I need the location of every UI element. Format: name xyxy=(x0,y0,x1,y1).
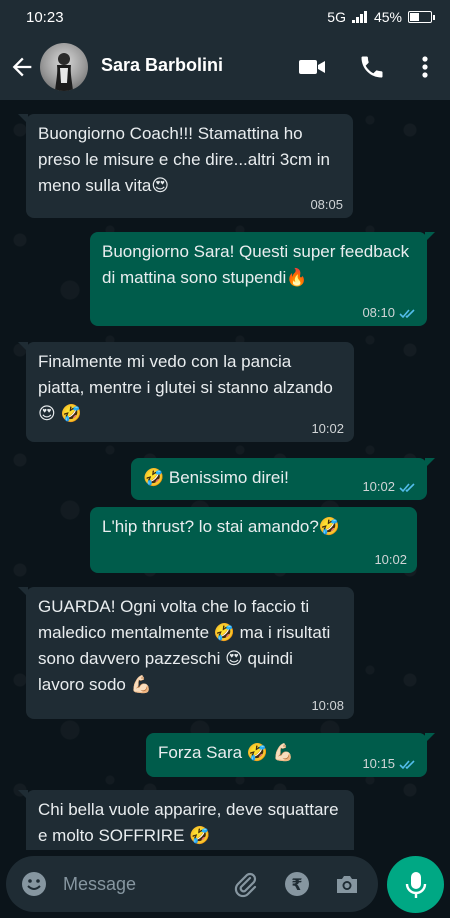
read-ticks-icon xyxy=(399,482,415,492)
input-bar: Message ₹ xyxy=(0,850,450,918)
attach-icon[interactable] xyxy=(232,870,260,898)
message-bubble[interactable]: Finalmente mi vedo con la pancia piatta,… xyxy=(18,342,354,442)
message-time: 10:08 xyxy=(311,698,344,713)
read-ticks-icon xyxy=(399,759,415,769)
avatar[interactable] xyxy=(40,43,88,91)
message-placeholder: Message xyxy=(63,874,137,894)
message-time: 08:05 xyxy=(310,197,343,212)
network-label: 5G xyxy=(327,9,346,25)
message-bubble[interactable]: 🤣 Benissimo direi! 10:02 xyxy=(131,458,435,500)
message-bubble[interactable]: Buongiorno Sara! Questi super feedback d… xyxy=(90,232,435,326)
more-options-icon[interactable] xyxy=(410,53,440,81)
mic-button[interactable] xyxy=(387,856,444,913)
camera-icon[interactable] xyxy=(333,870,361,898)
video-call-icon[interactable] xyxy=(297,53,327,81)
message-text: Chi bella vuole apparire, deve squattare… xyxy=(38,800,344,845)
signal-icon xyxy=(351,11,367,23)
message-bubble[interactable]: Buongiorno Coach!!! Stamattina ho preso … xyxy=(18,114,353,218)
message-time: 10:15 xyxy=(362,756,395,771)
message-time: 10:02 xyxy=(311,421,344,436)
message-time: 10:02 xyxy=(362,479,395,494)
contact-name[interactable]: Sara Barbolini xyxy=(101,55,223,76)
message-bubble[interactable]: L'hip thrust? lo stai amando?🤣 10:02 xyxy=(90,507,417,573)
message-time: 08:10 xyxy=(362,305,395,320)
message-input[interactable]: Message ₹ xyxy=(6,856,378,912)
status-bar: 10:23 5G 45% xyxy=(0,0,450,34)
message-text: Buongiorno Coach!!! Stamattina ho preso … xyxy=(38,124,335,195)
battery-percent: 45% xyxy=(373,9,402,25)
chat-area[interactable]: Buongiorno Coach!!! Stamattina ho preso … xyxy=(0,100,450,850)
status-time: 10:23 xyxy=(26,9,64,26)
read-ticks-icon xyxy=(399,308,415,318)
message-time: 10:02 xyxy=(374,552,407,567)
battery-icon xyxy=(408,11,435,23)
phone-call-icon[interactable] xyxy=(357,53,387,81)
back-arrow-icon[interactable] xyxy=(8,53,36,81)
payment-icon[interactable]: ₹ xyxy=(283,870,311,898)
message-bubble[interactable]: Chi bella vuole apparire, deve squattare… xyxy=(18,790,354,850)
message-text: Buongiorno Sara! Questi super feedback d… xyxy=(102,242,414,287)
emoji-icon[interactable] xyxy=(20,870,48,898)
svg-text:₹: ₹ xyxy=(291,875,302,894)
chat-header: Sara Barbolini xyxy=(0,34,450,100)
message-bubble[interactable]: Forza Sara 🤣 💪🏻 10:15 xyxy=(146,733,435,777)
status-right: 5G 45% xyxy=(327,9,435,25)
message-text: L'hip thrust? lo stai amando?🤣 xyxy=(102,517,340,536)
microphone-icon xyxy=(405,872,427,898)
message-bubble[interactable]: GUARDA! Ogni volta che lo faccio ti male… xyxy=(18,587,354,719)
message-text: GUARDA! Ogni volta che lo faccio ti male… xyxy=(38,597,336,694)
message-text: Finalmente mi vedo con la pancia piatta,… xyxy=(38,352,338,423)
